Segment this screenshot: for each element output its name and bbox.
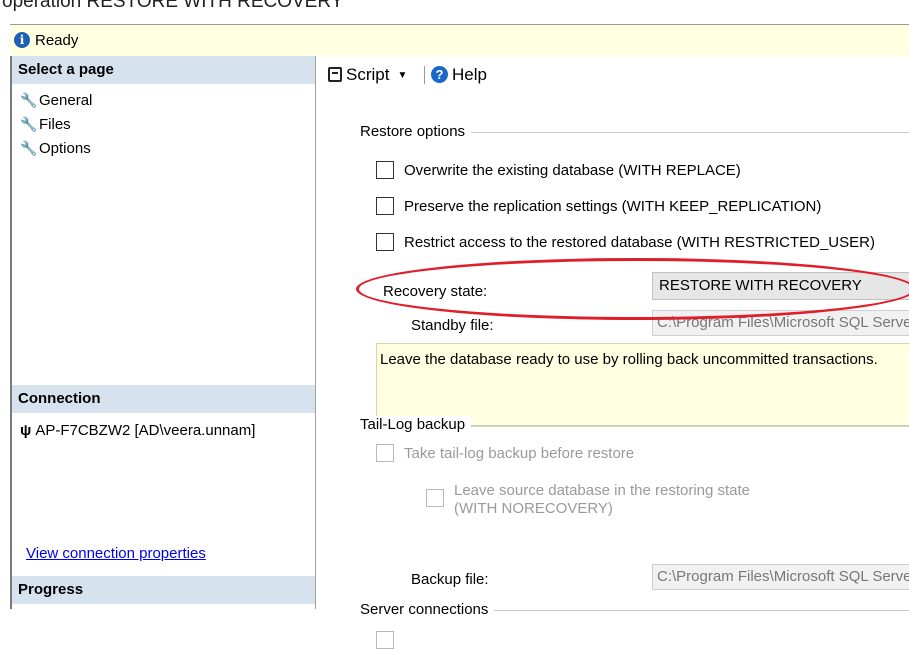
recovery-state-select[interactable]: RESTORE WITH RECOVERY <box>652 272 909 300</box>
norecovery-label-line1: Leave source database in the restoring s… <box>454 482 751 499</box>
connection-item: ψ AP-F7CBZW2 [AD\veera.unnam] <box>20 422 255 439</box>
page-item-label: Files <box>39 116 71 133</box>
script-icon <box>328 67 342 82</box>
toolbar: Script ▼ ? Help <box>316 56 909 96</box>
standby-file-label: Standby file: <box>411 317 494 334</box>
status-bar: i Ready <box>10 24 909 58</box>
help-label: Help <box>452 65 487 84</box>
keep-replication-checkbox[interactable] <box>376 197 394 215</box>
checkbox-label: Preserve the replication settings (WITH … <box>404 198 822 215</box>
overwrite-checkbox-row[interactable]: Overwrite the existing database (WITH RE… <box>376 160 741 182</box>
script-button[interactable]: Script ▼ <box>328 62 407 88</box>
tail-log-title: Tail-Log backup <box>360 416 472 433</box>
wrench-icon: 🔧 <box>20 92 38 108</box>
tail-log-backup-checkbox-row[interactable]: Take tail-log backup before restore <box>376 443 634 465</box>
server-connection-icon: ψ <box>20 422 32 439</box>
server-connections-title: Server connections <box>360 601 495 618</box>
info-icon: i <box>14 32 30 48</box>
left-panel: Select a page 🔧 General 🔧 Files 🔧 Options C… <box>12 56 316 609</box>
caption-strip: operation RESTORE WITH RECOVERY <box>0 0 909 22</box>
recovery-description: Leave the database ready to use by rolli… <box>376 343 909 427</box>
norecovery-checkbox-box[interactable] <box>426 489 444 507</box>
select-page-header: Select a page <box>12 56 315 84</box>
restricted-user-checkbox[interactable] <box>376 233 394 251</box>
page-item-label: General <box>39 92 93 109</box>
page-item-options[interactable]: 🔧 Options <box>20 136 91 160</box>
norecovery-checkbox[interactable] <box>426 489 444 508</box>
wrench-icon: 🔧 <box>20 116 38 132</box>
progress-header: Progress <box>12 576 315 604</box>
norecovery-label-line2: (WITH NORECOVERY) <box>454 500 613 517</box>
help-icon: ? <box>431 66 448 83</box>
checkbox-label: Take tail-log backup before restore <box>404 445 635 462</box>
script-label: Script <box>346 65 390 84</box>
keep-replication-checkbox-row[interactable]: Preserve the replication settings (WITH … <box>376 196 821 218</box>
server-connections-checkbox-box[interactable] <box>376 631 394 649</box>
view-connection-properties-link[interactable]: View connection properties <box>26 545 206 562</box>
norecovery-label: Leave source database in the restoring s… <box>454 482 750 518</box>
tail-log-backup-checkbox[interactable] <box>376 444 394 462</box>
recovery-state-label: Recovery state: <box>383 283 488 300</box>
backup-file-input[interactable]: C:\Program Files\Microsoft SQL Server <box>652 564 909 590</box>
checkbox-label: Overwrite the existing database (WITH RE… <box>404 162 741 179</box>
server-connections-checkbox[interactable] <box>376 631 394 650</box>
caption-text: operation RESTORE WITH RECOVERY <box>2 0 344 12</box>
options-panel: Script ▼ ? Help Restore options Overwrite … <box>316 56 909 649</box>
status-text: Ready <box>35 32 79 49</box>
page-item-general[interactable]: 🔧 General <box>20 88 92 112</box>
wrench-icon: 🔧 <box>20 140 38 156</box>
connection-header: Connection <box>12 385 315 413</box>
chevron-down-icon[interactable]: ▼ <box>397 63 407 89</box>
overwrite-checkbox[interactable] <box>376 161 394 179</box>
backup-file-label: Backup file: <box>411 571 489 588</box>
page-item-files[interactable]: 🔧 Files <box>20 112 71 136</box>
page-item-label: Options <box>39 140 91 157</box>
restore-options-title: Restore options <box>360 123 472 140</box>
connection-label: AP-F7CBZW2 [AD\veera.unnam] <box>35 422 256 439</box>
toolbar-separator <box>424 66 425 84</box>
help-button[interactable]: ? Help <box>431 62 487 88</box>
standby-file-input[interactable]: C:\Program Files\Microsoft SQL Server <box>652 310 909 336</box>
checkbox-label: Restrict access to the restored database… <box>404 234 875 251</box>
restricted-user-checkbox-row[interactable]: Restrict access to the restored database… <box>376 232 875 254</box>
